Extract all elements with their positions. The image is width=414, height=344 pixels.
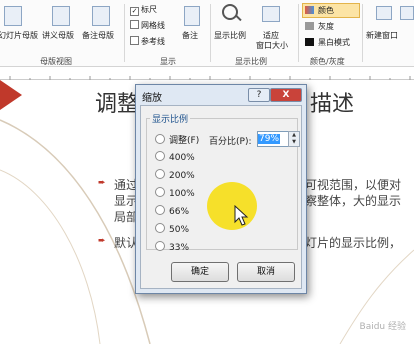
checkbox-icon	[130, 20, 139, 29]
notes-button[interactable]: 备注	[182, 30, 198, 41]
zoom-group-legend: 显示比例	[150, 112, 191, 125]
bullet-text: 灯片的显示比例，	[305, 236, 402, 250]
radio-icon	[155, 223, 165, 233]
gridlines-checkbox[interactable]: 网格线	[130, 20, 165, 31]
horizontal-ruler	[0, 67, 414, 81]
grayscale-button[interactable]: 灰度	[318, 21, 334, 32]
separator	[298, 4, 299, 62]
radio-label: 100%	[169, 189, 195, 199]
checkbox-icon	[130, 36, 139, 45]
notes-master-button[interactable]: 备注母版	[82, 30, 114, 41]
black-white-swatch-icon	[305, 38, 314, 46]
arrange-icon	[400, 6, 414, 20]
black-white-button[interactable]: 黑白模式	[318, 37, 350, 48]
separator	[210, 4, 211, 62]
grayscale-swatch-icon	[305, 22, 314, 30]
radio-fit[interactable]: 调整(F)	[155, 133, 199, 146]
radio-200[interactable]: 200%	[155, 169, 195, 181]
bullet-arrow-icon: ➨	[98, 236, 106, 246]
gridlines-label: 网格线	[141, 21, 165, 30]
percent-spinner[interactable]: ▲ ▼	[288, 131, 300, 147]
slide-master-button[interactable]: 幻灯片母版	[0, 30, 38, 41]
radio-icon	[155, 169, 165, 179]
percent-label: 百分比(P):	[209, 137, 252, 147]
ok-button[interactable]: 确定	[171, 262, 229, 282]
radio-icon	[155, 241, 165, 251]
check-icon: ✓	[130, 7, 139, 16]
group-label-master-views: 母版视图	[40, 57, 72, 66]
radio-50[interactable]: 50%	[155, 223, 189, 235]
color-mode-label: 颜色	[318, 6, 334, 15]
radio-icon	[155, 205, 165, 215]
handout-master-icon	[52, 6, 70, 26]
group-label-zoom: 显示比例	[235, 57, 267, 66]
notes-master-icon	[92, 6, 110, 26]
radio-label: 400%	[169, 153, 195, 163]
ribbon: 幻灯片母版 讲义母版 备注母版 母版视图 ✓ 标尺 网格线 参考线 备注 显示 显…	[0, 0, 414, 67]
separator	[362, 4, 363, 62]
bullet-arrow-icon: ➨	[98, 178, 106, 188]
close-button[interactable]: X	[270, 88, 302, 102]
separator	[124, 4, 125, 62]
cancel-button[interactable]: 取消	[237, 262, 295, 282]
radio-100[interactable]: 100%	[155, 187, 195, 199]
bullet-text: 察整体，大的显示	[305, 194, 402, 208]
percent-input[interactable]: 79%	[257, 131, 289, 147]
zoom-button[interactable]: 显示比例	[214, 30, 246, 41]
ruler-checkbox[interactable]: ✓ 标尺	[130, 4, 157, 16]
radio-400[interactable]: 400%	[155, 151, 195, 163]
radio-label: 调整(F)	[169, 136, 200, 146]
group-label-color: 颜色/灰度	[310, 57, 345, 66]
radio-33[interactable]: 33%	[155, 241, 189, 253]
radio-label: 33%	[169, 243, 190, 253]
slide-title-left: 调整	[95, 92, 140, 117]
help-button[interactable]: ?	[248, 88, 270, 102]
new-window-button[interactable]: 新建窗口	[366, 30, 398, 41]
fit-window-icon	[262, 6, 280, 22]
slide-title-right: 描述	[310, 92, 355, 117]
group-label-show: 显示	[160, 57, 176, 66]
fit-window-button-line2[interactable]: 窗口大小	[256, 40, 288, 51]
radio-label: 66%	[169, 207, 190, 217]
handout-master-button[interactable]: 讲义母版	[42, 30, 74, 41]
slide-master-icon	[4, 6, 22, 26]
radio-icon	[155, 151, 165, 161]
notes-icon	[184, 6, 200, 26]
color-swatch-icon	[305, 6, 314, 14]
mouse-pointer-icon	[234, 205, 249, 226]
radio-icon	[155, 134, 165, 144]
radio-66[interactable]: 66%	[155, 205, 189, 217]
radio-label: 200%	[169, 171, 195, 181]
zoom-magnifier-handle	[235, 14, 242, 22]
bullet-text: 可视范围，以便对	[305, 178, 402, 192]
guides-checkbox[interactable]: 参考线	[130, 36, 165, 47]
watermark: Baidu 经验	[359, 322, 406, 332]
radio-icon	[155, 187, 165, 197]
radio-label: 50%	[169, 225, 190, 235]
ruler-label: 标尺	[141, 5, 157, 14]
dialog-title: 缩放	[142, 93, 162, 104]
new-window-icon	[376, 6, 392, 20]
zoom-magnifier-icon	[222, 4, 238, 20]
guides-label: 参考线	[141, 37, 165, 46]
percent-value: 79%	[258, 134, 281, 144]
